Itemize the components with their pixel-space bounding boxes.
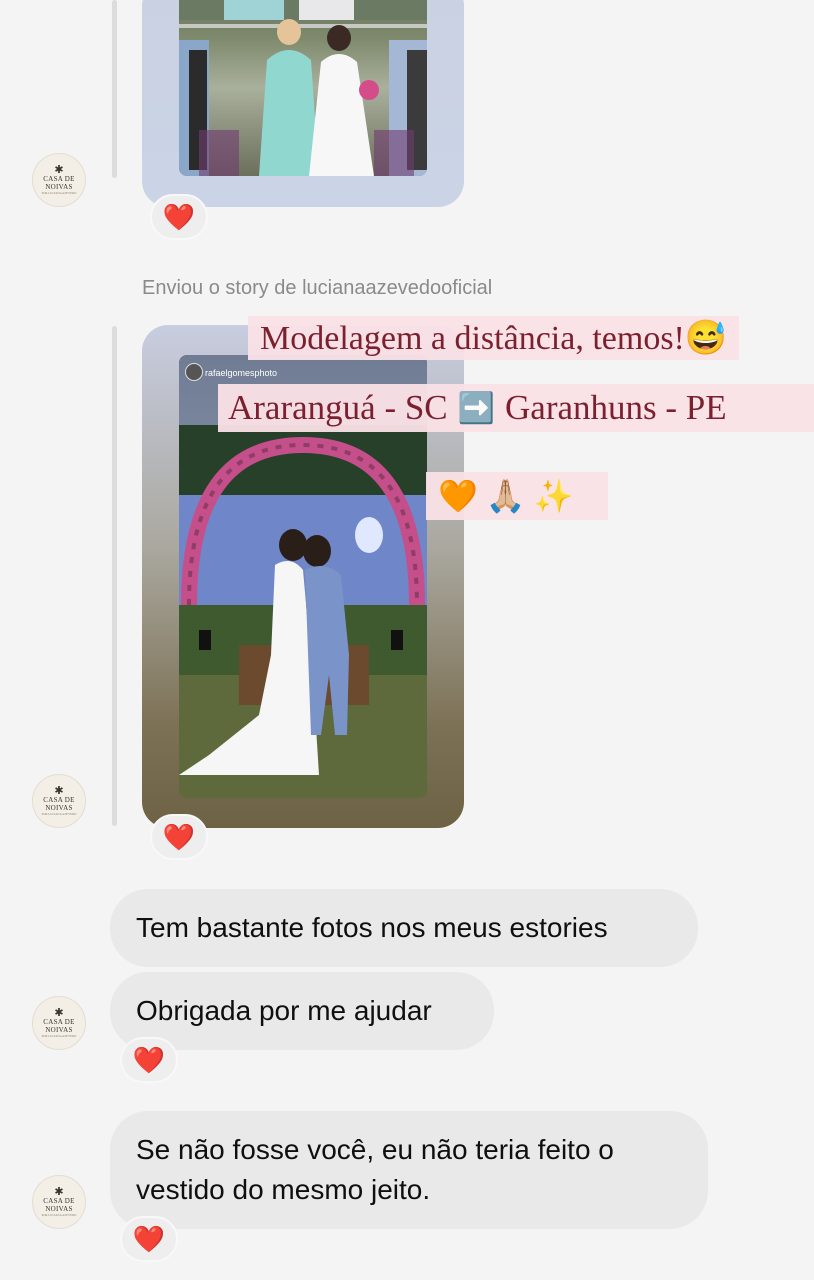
story-overlay-emojis: 🧡 🙏🏼 ✨ [426, 472, 608, 520]
message-bubble[interactable]: Obrigada por me ajudar [110, 972, 494, 1050]
heart-reaction[interactable]: ❤️ [120, 1216, 178, 1262]
avatar[interactable]: ✱ CASA DE NOIVAS POR LUCIANA AZEVEDO [32, 774, 86, 828]
wedding-aisle-illustration [179, 0, 427, 176]
shared-story-card[interactable] [142, 0, 464, 207]
heart-icon: ❤️ [162, 202, 196, 232]
avatar[interactable]: ✱ CASA DE NOIVAS POR LUCIANA AZEVEDO [32, 153, 86, 207]
story-sent-label: Enviou o story de lucianaazevedooficial [142, 277, 493, 299]
star-icon: ✱ [54, 164, 64, 176]
star-icon: ✱ [54, 1007, 64, 1019]
heart-reaction[interactable]: ❤️ [150, 814, 208, 860]
thread-line [112, 0, 117, 178]
avatar[interactable]: ✱ CASA DE NOIVAS POR LUCIANA AZEVEDO [32, 1175, 86, 1229]
story-overlay-text-2: Araranguá - SC ➡️ Garanhuns - PE [218, 384, 814, 432]
heart-icon: ❤️ [162, 822, 196, 852]
avatar[interactable]: ✱ CASA DE NOIVAS POR LUCIANA AZEVEDO [32, 996, 86, 1050]
thread-line [112, 326, 117, 826]
message-bubble[interactable]: Se não fosse você, eu não teria feito o … [110, 1111, 708, 1229]
arrow-right-icon: ➡️ [457, 391, 496, 425]
story-overlay-text-1: Modelagem a distância, temos!😅 [248, 316, 740, 360]
heart-icon: ❤️ [132, 1224, 166, 1254]
wedding-aisle-photo [179, 0, 427, 176]
story-user-avatar [185, 363, 203, 381]
star-icon: ✱ [54, 1186, 64, 1198]
message-bubble[interactable]: Tem bastante fotos nos meus estories [110, 889, 698, 967]
star-icon: ✱ [54, 785, 64, 797]
heart-reaction[interactable]: ❤️ [150, 194, 208, 240]
heart-reaction[interactable]: ❤️ [120, 1037, 178, 1083]
story-username: rafaelgomesphoto [205, 368, 278, 378]
heart-icon: ❤️ [132, 1045, 166, 1075]
